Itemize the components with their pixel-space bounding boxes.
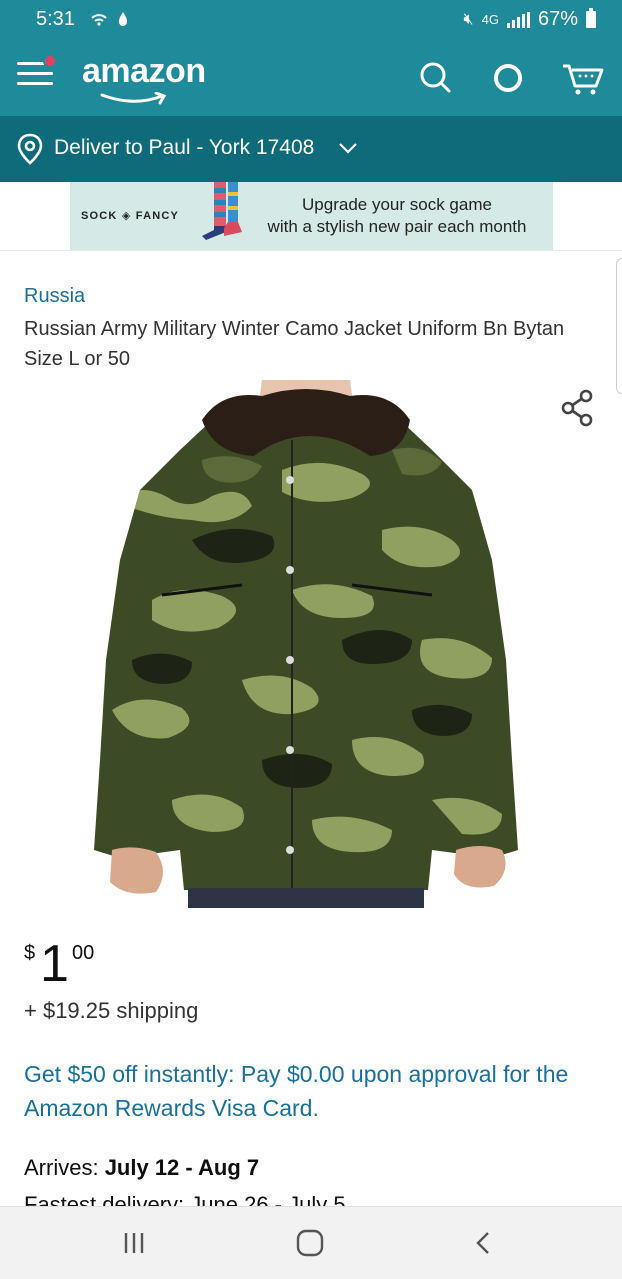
status-time: 5:31 (36, 8, 75, 30)
arrives-label: Arrives: (24, 1155, 105, 1180)
cart-icon[interactable] (560, 58, 606, 98)
ad-text-line2: with a stylish new pair each month (267, 217, 527, 236)
deliver-to-text: Deliver to Paul - York 17408 (54, 136, 315, 159)
ad-area: SOCK ◈ FANCY Upgrade your sock game with… (0, 182, 622, 251)
back-icon[interactable] (464, 1225, 504, 1261)
share-icon[interactable] (560, 388, 596, 428)
location-pin-icon (17, 133, 43, 165)
menu-icon[interactable] (17, 54, 57, 96)
recent-apps-icon[interactable] (114, 1225, 154, 1261)
ad-banner[interactable]: SOCK ◈ FANCY Upgrade your sock game with… (70, 182, 553, 250)
search-icon[interactable] (416, 58, 456, 98)
arrival-info: Arrives: July 12 - Aug 7 (24, 1155, 259, 1181)
status-right: 🔇︎ 4G 67% (464, 8, 596, 31)
app-header: amazon (0, 38, 622, 116)
product-title: Russian Army Military Winter Camo Jacket… (24, 318, 565, 370)
price-fraction: 00 (72, 942, 95, 964)
amazon-smile-icon (100, 92, 167, 105)
brand-link[interactable]: Russia (24, 285, 85, 308)
network-label: 4G (481, 12, 499, 27)
sock-image-icon (202, 182, 242, 240)
product-image[interactable] (92, 380, 520, 908)
rewards-card-promo-link[interactable]: Get $50 off instantly: Pay $0.00 upon ap… (24, 1057, 604, 1125)
notification-dot (43, 54, 57, 68)
amazon-logo[interactable]: amazon (82, 52, 206, 91)
ad-text: Upgrade your sock game with a stylish ne… (252, 194, 542, 238)
fastest-delivery-info: Fastest delivery: June 26 - July 5 (24, 1192, 346, 1206)
system-nav-bar (0, 1206, 622, 1279)
arrives-dates: July 12 - Aug 7 (104, 1155, 260, 1180)
signal-icon (506, 11, 530, 28)
deliver-to-bar[interactable]: Deliver to Paul - York 17408 (0, 116, 622, 182)
shipping-cost: + $19.25 shipping (24, 998, 199, 1023)
ad-brand-logo: SOCK ◈ FANCY (81, 210, 180, 222)
wifi-call-icon (90, 9, 130, 34)
ad-text-line1: Upgrade your sock game (302, 195, 492, 214)
battery-icon (586, 8, 596, 28)
mute-icon: 🔇︎ (463, 10, 474, 28)
price-symbol: $ (24, 942, 36, 964)
status-bar: 5:31 🔇︎ 4G 67% (0, 0, 622, 38)
chevron-down-icon (339, 143, 357, 154)
home-icon[interactable] (290, 1225, 330, 1261)
alexa-icon[interactable] (488, 58, 528, 98)
price-whole: 1 (40, 935, 69, 993)
scrollbar[interactable] (616, 258, 622, 394)
battery-percent: 67% (537, 8, 578, 30)
